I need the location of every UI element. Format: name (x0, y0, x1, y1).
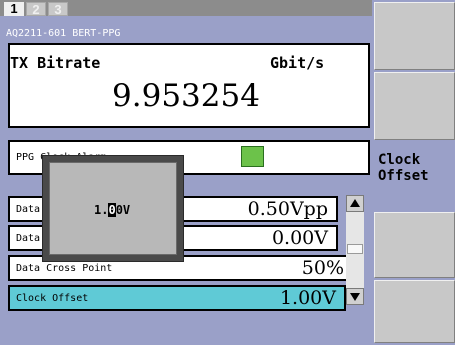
scroll-down-button[interactable] (346, 288, 364, 305)
softkey-clock-offset[interactable]: Clock Offset (374, 142, 455, 210)
softkey-4[interactable] (374, 212, 455, 278)
tab-1[interactable]: 1 (4, 2, 24, 16)
scroll-thumb[interactable] (347, 244, 363, 254)
value-edit-popup: 1.00V (42, 155, 184, 262)
tab-strip: 1 2 3 (0, 0, 372, 17)
param-label: Clock Offset (16, 293, 89, 304)
tab-3[interactable]: 3 (48, 2, 68, 17)
softkey-2[interactable] (374, 72, 455, 140)
edit-cursor-digit[interactable]: 0 (108, 203, 116, 217)
tx-bitrate-value: 9.953254 (112, 78, 260, 114)
param-label: Data (16, 233, 41, 244)
softkey-1[interactable] (374, 2, 455, 70)
softkey-panel: Clock Offset (372, 0, 455, 345)
param-row-clock-offset[interactable]: Clock Offset 1.00V (8, 285, 346, 311)
scrollbar[interactable] (346, 195, 364, 305)
param-value: 0.50Vpp (247, 198, 328, 220)
param-label: Data (16, 204, 41, 215)
scroll-up-button[interactable] (346, 195, 364, 212)
param-value: 1.00V (279, 287, 336, 309)
popup-value: 1.00V (94, 203, 131, 217)
param-label: Data Cross Point (16, 263, 113, 274)
module-name: AQ2211-601 BERT-PPG (6, 28, 121, 39)
param-value: 0.00V (271, 227, 328, 249)
tx-bitrate-unit: Gbit/s (270, 54, 325, 72)
softkey-5[interactable] (374, 280, 455, 343)
tx-bitrate-label: TX Bitrate (10, 54, 101, 72)
tab-2[interactable]: 2 (26, 2, 46, 17)
param-value: 50% (301, 257, 344, 279)
value-edit-field[interactable]: 1.00V (49, 162, 177, 255)
arrow-down-icon (350, 293, 360, 301)
arrow-up-icon (350, 199, 360, 207)
alarm-status-indicator (241, 146, 264, 167)
